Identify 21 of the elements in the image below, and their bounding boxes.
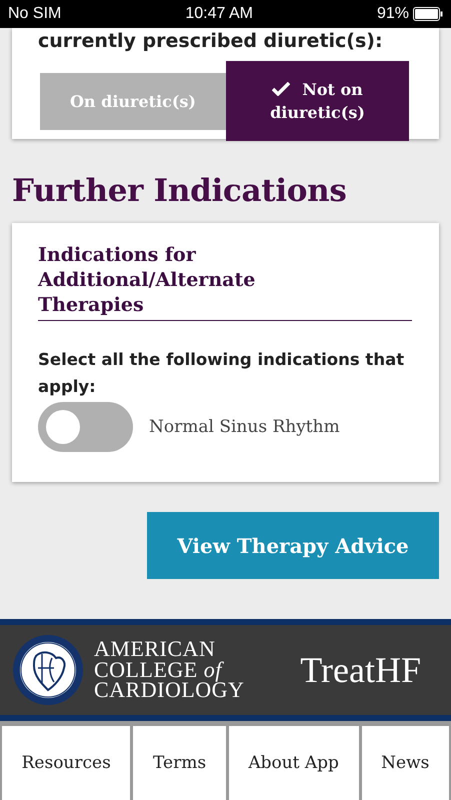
- battery-icon: [412, 7, 443, 21]
- view-advice-button[interactable]: View Therapy Advice: [147, 512, 439, 580]
- toggle-label: Normal Sinus Rhythm: [149, 417, 340, 438]
- org-name-line: COLLEGE of: [94, 660, 225, 680]
- check-icon: [272, 82, 290, 96]
- app-name: TreatHF: [300, 649, 421, 692]
- clock-text: 10:47 AM: [185, 5, 253, 23]
- nav-tab[interactable]: About App: [228, 726, 359, 800]
- question-text: currently prescribed diuretic(s):: [38, 30, 384, 52]
- org-name-line: AMERICAN: [94, 638, 216, 660]
- carrier-text: No SIM: [8, 5, 62, 23]
- nav-tab[interactable]: Terms: [133, 726, 226, 800]
- option-button[interactable]: Not on diuretic(s): [226, 61, 409, 141]
- nav-tab[interactable]: Resources: [2, 726, 130, 800]
- instruction-text: Select all the following indications that apply:: [38, 349, 406, 398]
- toggle-switch[interactable]: [38, 402, 133, 452]
- nav-tab[interactable]: News: [362, 726, 449, 800]
- section-heading: Further Indications: [12, 173, 348, 209]
- card-title: Indications for Additional/Alternate Therapies: [38, 243, 412, 322]
- seal-logo-icon: [12, 634, 84, 706]
- battery-text: 91%: [376, 5, 409, 23]
